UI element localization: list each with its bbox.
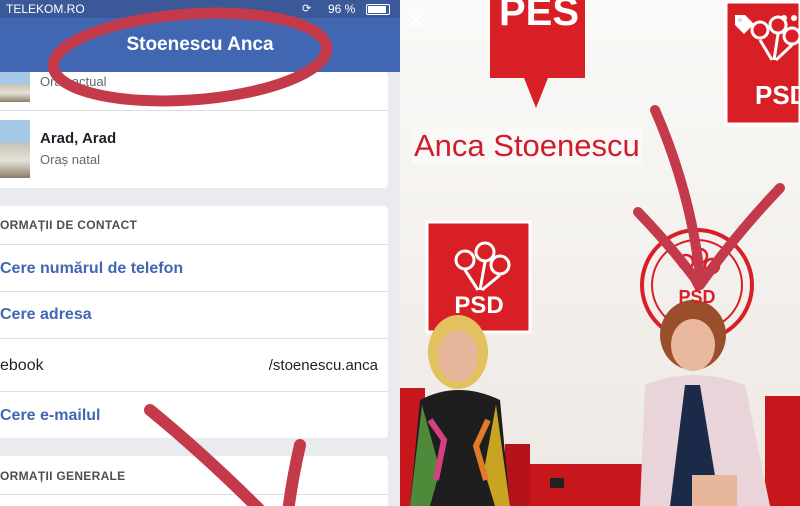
page-title: Stoenescu Anca (126, 34, 274, 55)
request-phone-link[interactable]: Cere numărul de telefon (0, 260, 183, 278)
contact-info-card: ORMAȚII DE CONTACT Cere numărul de telef… (0, 206, 388, 438)
battery-percent: 96 % (328, 2, 356, 16)
status-bar: TELEKOM.RO ⟳ 96 % (0, 0, 400, 18)
battery-icon (366, 4, 390, 15)
hometown-thumbnail (0, 120, 30, 178)
psd-seal-text: PSD (678, 287, 716, 307)
more-icon[interactable] (780, 12, 800, 32)
facebook-username[interactable]: /stoenescu.anca (269, 357, 378, 374)
divider (0, 494, 388, 495)
carrier-label: TELEKOM.RO (6, 2, 85, 16)
hometown-title: Arad, Arad (40, 130, 117, 147)
city-thumbnail (0, 72, 30, 102)
places-card: Oraș actual Arad, Arad Oraș natal (0, 72, 388, 188)
event-photo: PES PSD PSD PSD Anca Stoenescu ✕ (400, 0, 800, 506)
current-city-row[interactable]: Oraș actual (0, 72, 388, 110)
request-address-link[interactable]: Cere adresa (0, 306, 92, 324)
tag-icon[interactable] (732, 12, 756, 36)
psd-logo-text-left: PSD (454, 292, 504, 319)
current-city-label: Oraș actual (40, 74, 107, 89)
general-section-heading: ORMAȚII GENERALE (0, 469, 126, 483)
divider (0, 291, 388, 292)
close-icon[interactable]: ✕ (406, 10, 426, 34)
contact-section-heading: ORMAȚII DE CONTACT (0, 218, 138, 232)
name-overlay-text: Anca Stoenescu (412, 128, 642, 164)
hometown-row[interactable]: Arad, Arad Oraș natal (0, 116, 388, 180)
divider (0, 338, 388, 339)
divider (0, 244, 388, 245)
profile-header: Stoenescu Anca (0, 18, 400, 72)
hometown-label: Oraș natal (40, 152, 100, 167)
photo-scene (400, 0, 800, 506)
psd-logo-text-right: PSD (755, 80, 800, 110)
request-email-link[interactable]: Cere e-mailul (0, 407, 100, 425)
general-info-card: ORMAȚII GENERALE (0, 456, 388, 506)
facebook-profile-screen: TELEKOM.RO ⟳ 96 % Stoenescu Anca Oraș ac… (0, 0, 400, 506)
pes-banner-text: PES (498, 0, 580, 34)
facebook-label: ebook (0, 357, 44, 374)
lock-rotation-icon: ⟳ (302, 3, 312, 15)
divider (0, 391, 388, 392)
divider (0, 110, 388, 111)
